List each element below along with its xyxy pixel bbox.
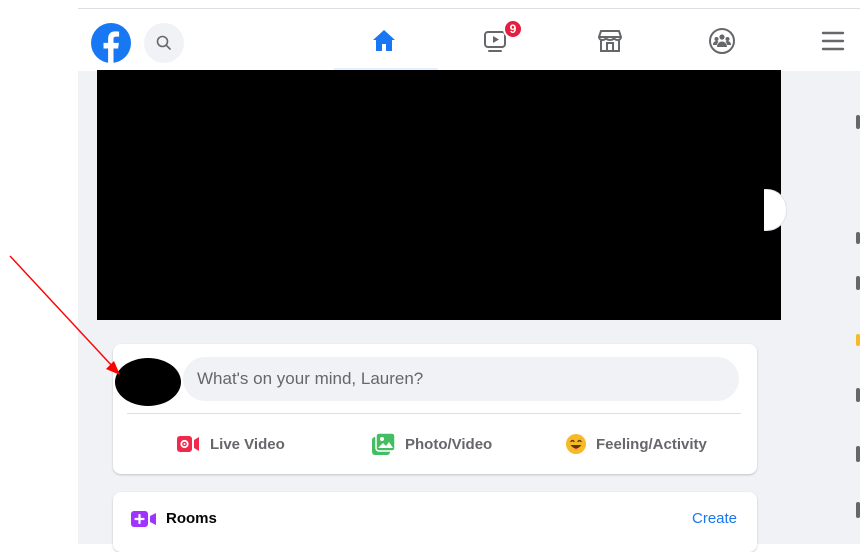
groups-icon bbox=[709, 28, 735, 54]
feeling-activity-label: Feeling/Activity bbox=[596, 435, 707, 453]
nav-home-tab[interactable] bbox=[369, 26, 399, 56]
composer-divider bbox=[127, 413, 741, 414]
sidebar-fragment bbox=[856, 276, 860, 290]
whats-on-your-mind-input[interactable]: What's on your mind, Lauren? bbox=[183, 357, 739, 401]
rooms-title: Rooms bbox=[166, 510, 217, 527]
home-icon bbox=[373, 30, 395, 51]
sidebar-fragment bbox=[856, 446, 860, 462]
hamburger-menu-icon bbox=[821, 31, 845, 51]
photo-video-label: Photo/Video bbox=[405, 435, 493, 453]
sidebar-fragment bbox=[856, 115, 860, 129]
live-video-button[interactable]: Live Video bbox=[177, 426, 285, 462]
contacts-sidebar-edge bbox=[856, 0, 860, 544]
rooms-video-icon bbox=[131, 511, 156, 527]
feeling-emoji-icon bbox=[566, 434, 586, 454]
nav-menu-button[interactable] bbox=[818, 26, 848, 56]
marketplace-store-icon bbox=[598, 30, 622, 52]
feeling-activity-button[interactable]: Feeling/Activity bbox=[565, 426, 707, 462]
rooms-create-link[interactable]: Create bbox=[692, 510, 737, 527]
sidebar-fragment bbox=[856, 388, 860, 402]
rooms-card: Rooms Create bbox=[113, 492, 757, 552]
nav-groups-tab[interactable] bbox=[707, 26, 737, 56]
live-video-icon bbox=[177, 436, 199, 452]
photo-icon bbox=[372, 433, 396, 455]
live-video-label: Live Video bbox=[210, 435, 285, 453]
sidebar-fragment bbox=[856, 502, 860, 518]
sidebar-fragment bbox=[856, 334, 860, 346]
annotation-arrow-icon bbox=[9, 255, 120, 375]
photo-video-button[interactable]: Photo/Video bbox=[372, 426, 492, 462]
sidebar-fragment bbox=[856, 232, 860, 244]
nav-marketplace-tab[interactable] bbox=[595, 26, 625, 56]
post-composer: What's on your mind, Lauren? Live Video … bbox=[113, 344, 757, 474]
watch-notification-badge: 9 bbox=[503, 19, 523, 39]
